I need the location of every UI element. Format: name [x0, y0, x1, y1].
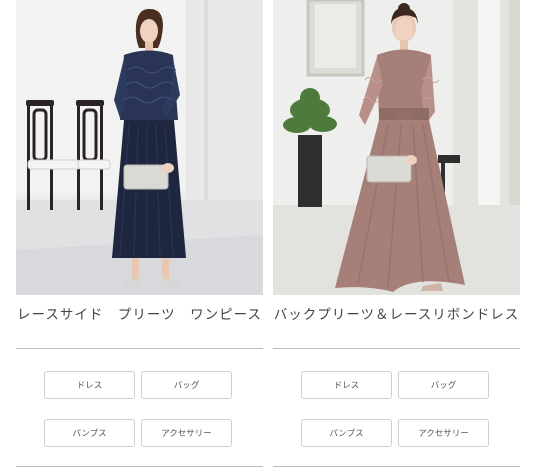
tag-accessory-button[interactable]: アクセサリー — [398, 419, 489, 447]
tag-dress-button[interactable]: ドレス — [301, 371, 392, 399]
product-card: レースサイド プリーツ ワンピース ドレス バッグ パンプス アクセサリー — [16, 0, 263, 449]
category-tag-group: ドレス バッグ パンプス アクセサリー — [273, 349, 520, 449]
bottom-divider — [16, 466, 263, 467]
product-photo-navy-lace-dress[interactable] — [16, 0, 263, 295]
photo-illustration — [273, 0, 520, 295]
tag-dress-button[interactable]: ドレス — [44, 371, 135, 399]
category-tag-group: ドレス バッグ パンプス アクセサリー — [16, 349, 263, 449]
product-photo-mauve-ribbon-dress[interactable] — [273, 0, 520, 295]
photo-illustration — [16, 0, 263, 295]
tag-pumps-button[interactable]: パンプス — [44, 419, 135, 447]
tag-bag-button[interactable]: バッグ — [141, 371, 232, 399]
tag-accessory-button[interactable]: アクセサリー — [141, 419, 232, 447]
product-title[interactable]: レースサイド プリーツ ワンピース — [16, 305, 263, 325]
bottom-divider — [273, 466, 520, 467]
tag-pumps-button[interactable]: パンプス — [301, 419, 392, 447]
product-card: バックプリーツ＆レースリボンドレス ドレス バッグ パンプス アクセサリー — [273, 0, 520, 449]
tag-bag-button[interactable]: バッグ — [398, 371, 489, 399]
product-title[interactable]: バックプリーツ＆レースリボンドレス — [273, 305, 520, 325]
